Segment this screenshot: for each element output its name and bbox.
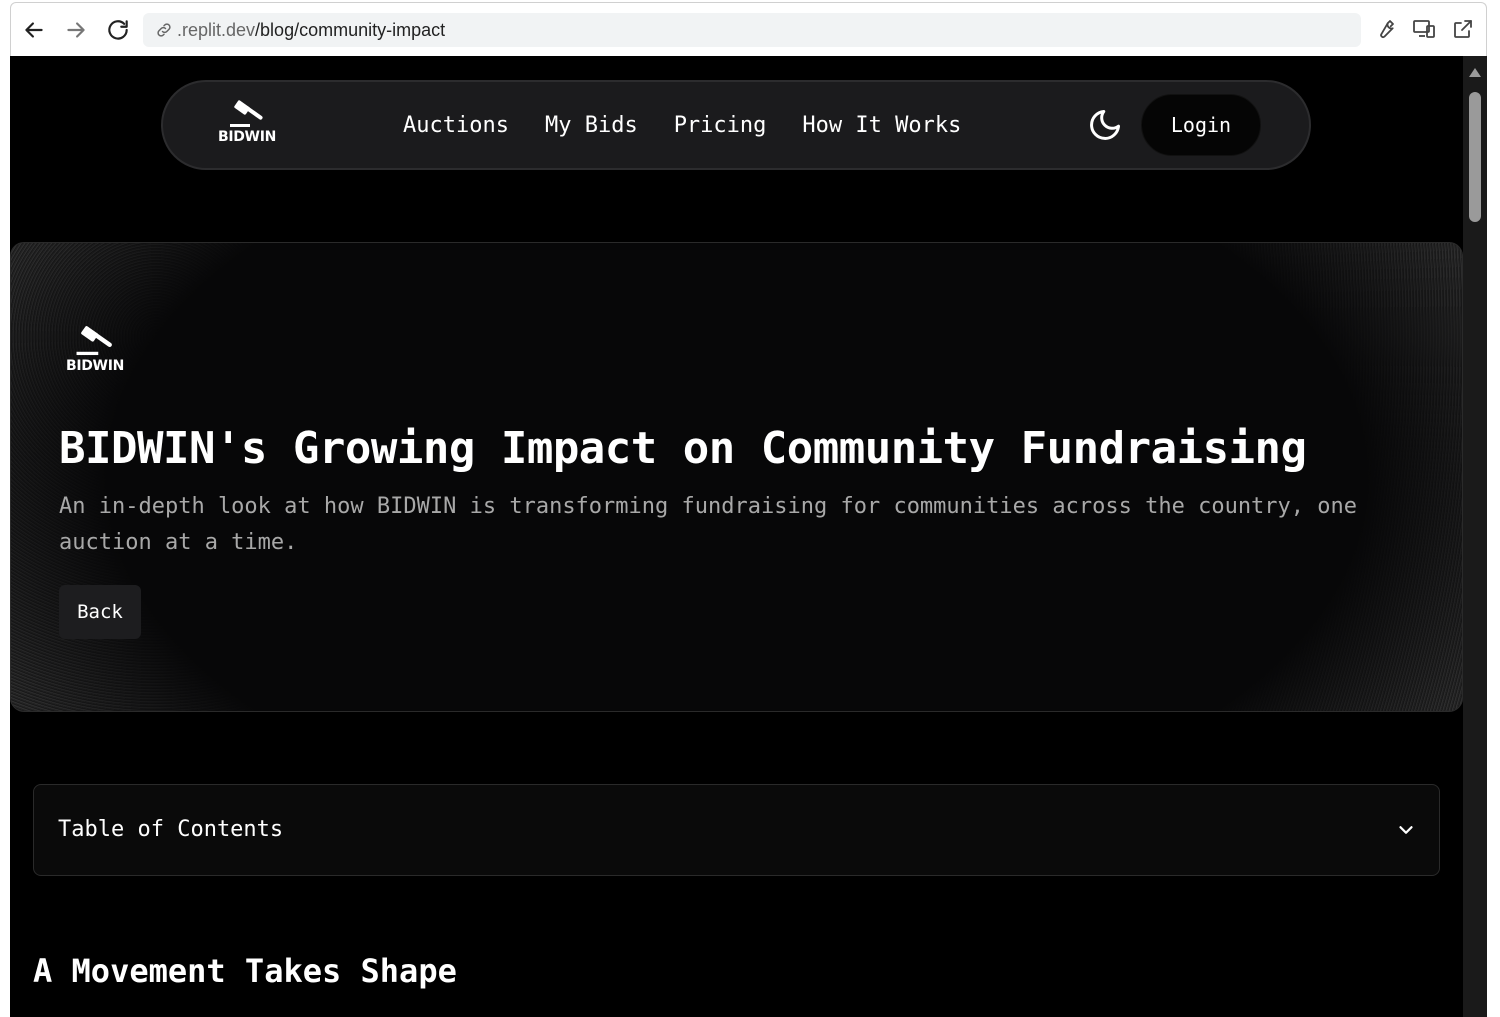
gavel-icon xyxy=(230,100,263,127)
address-bar[interactable]: .replit.dev/blog/community-impact xyxy=(143,13,1361,47)
external-link-icon[interactable] xyxy=(1451,17,1477,43)
logo-text: BIDWIN xyxy=(217,129,277,145)
wrench-icon[interactable] xyxy=(1373,17,1399,43)
login-button[interactable]: Login xyxy=(1141,94,1261,156)
chevron-down-icon[interactable] xyxy=(1395,819,1417,841)
bidwin-logo[interactable]: BIDWIN xyxy=(215,100,279,144)
browser-toolbar: .replit.dev/blog/community-impact xyxy=(10,2,1487,56)
url-text: .replit.dev/blog/community-impact xyxy=(177,19,446,40)
hero-banner: BIDWIN BIDWIN's Growing Impact on Commun… xyxy=(10,242,1463,712)
link-icon xyxy=(157,23,171,37)
scrollbar[interactable] xyxy=(1463,56,1487,1017)
page-viewport: BIDWIN Auctions My Bids Pricing How It W… xyxy=(10,56,1487,1017)
nav-link-pricing[interactable]: Pricing xyxy=(674,113,767,138)
back-button[interactable]: Back xyxy=(59,585,141,639)
nav-link-how-it-works[interactable]: How It Works xyxy=(802,113,961,138)
main-navigation: BIDWIN Auctions My Bids Pricing How It W… xyxy=(161,80,1311,170)
devices-icon[interactable] xyxy=(1412,17,1438,43)
toc-title: Table of Contents xyxy=(58,817,284,842)
page-subtitle: An in-depth look at how BIDWIN is transf… xyxy=(59,494,1358,555)
section-heading: A Movement Takes Shape xyxy=(33,952,457,990)
table-of-contents[interactable]: Table of Contents xyxy=(33,784,1440,876)
hero-bidwin-logo: BIDWIN xyxy=(59,325,131,373)
moon-icon[interactable] xyxy=(1087,107,1123,143)
forward-arrow-icon[interactable] xyxy=(63,17,89,43)
gavel-icon xyxy=(76,326,112,356)
scrollbar-thumb[interactable] xyxy=(1469,92,1481,222)
nav-links: Auctions My Bids Pricing How It Works xyxy=(403,82,997,168)
page-title: BIDWIN's Growing Impact on Community Fun… xyxy=(59,423,1307,474)
reload-icon[interactable] xyxy=(105,17,131,43)
nav-link-auctions[interactable]: Auctions xyxy=(403,113,509,138)
scroll-up-arrow-icon[interactable] xyxy=(1469,68,1481,77)
logo-text: BIDWIN xyxy=(65,358,125,374)
back-arrow-icon[interactable] xyxy=(21,17,47,43)
nav-link-my-bids[interactable]: My Bids xyxy=(545,113,638,138)
